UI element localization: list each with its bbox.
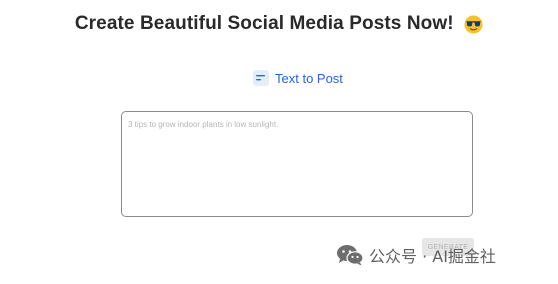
prompt-input[interactable] <box>121 111 473 217</box>
wechat-icon <box>337 245 364 266</box>
page: Create Beautiful Social Media Posts Now!… <box>0 0 558 284</box>
page-title: Create Beautiful Social Media Posts Now! <box>74 13 454 34</box>
header: Create Beautiful Social Media Posts Now! <box>0 13 558 35</box>
text-lines-icon <box>253 70 269 86</box>
sunglasses-face-emoji-icon <box>464 14 483 34</box>
generate-button[interactable]: GENERATE <box>422 238 474 256</box>
tab-text-to-post[interactable]: Text to Post <box>253 68 343 88</box>
tab-label: Text to Post <box>275 70 343 86</box>
